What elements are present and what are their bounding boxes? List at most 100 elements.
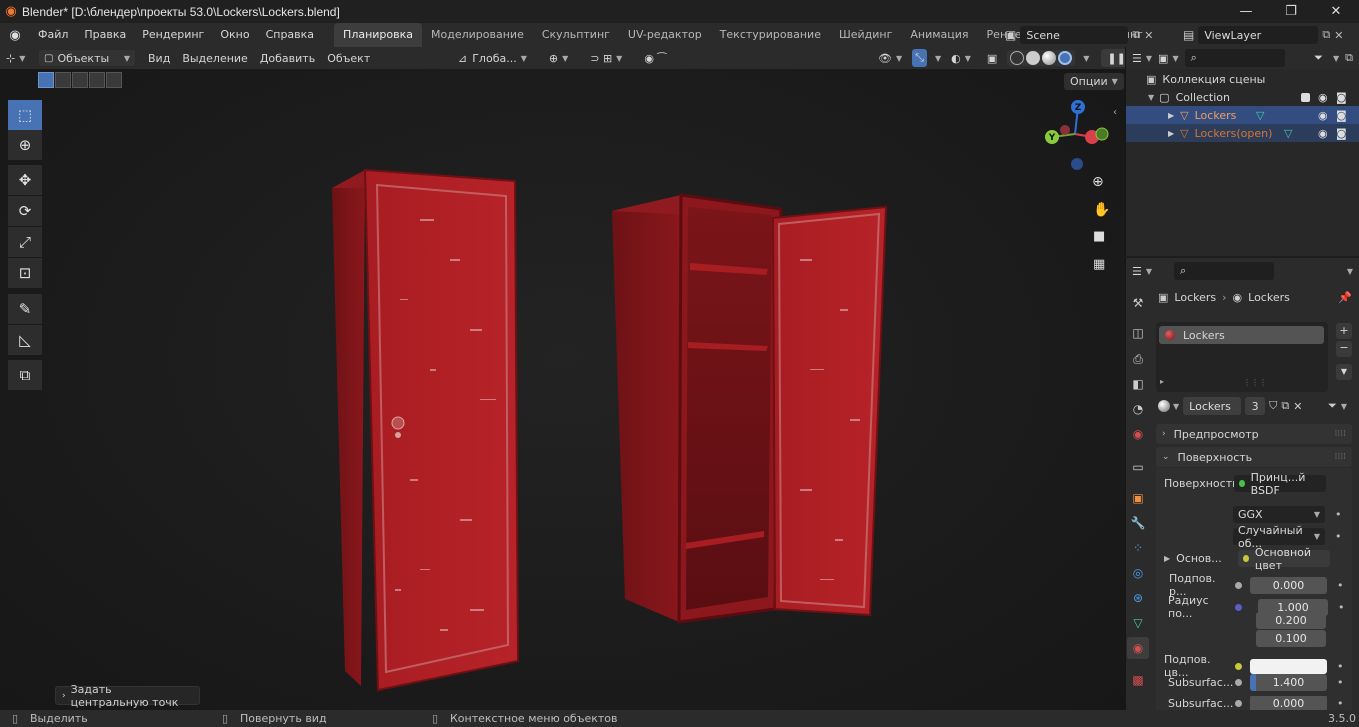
select-subtract-icon[interactable] [72, 72, 88, 88]
select-new-icon[interactable] [38, 72, 54, 88]
pivot-point-icon[interactable]: ⊕ ▼ [543, 49, 574, 67]
zoom-icon[interactable]: ⊕ [1092, 174, 1104, 190]
preview-panel-header[interactable]: › Предпросмотр ⁞⁞⁞⁞ [1156, 424, 1352, 444]
rendered-shading-icon[interactable] [1058, 51, 1073, 65]
surface-panel-header[interactable]: ⌄ Поверхность ⁞⁞⁞⁞ [1156, 447, 1352, 467]
pin-icon[interactable]: 📌 [1338, 291, 1352, 304]
expand-slot-icon[interactable]: ▸ [1160, 377, 1164, 386]
mesh-data-icon[interactable]: ▽ [1284, 127, 1292, 140]
expand-object-icon[interactable]: ▶ [1168, 129, 1174, 138]
subsurface-method-dropdown[interactable]: Случайный об... ▼ [1233, 524, 1325, 550]
collection-checkbox[interactable] [1301, 92, 1310, 102]
view-layer-icon[interactable]: ▤ [1183, 28, 1194, 42]
outliner-object-lockers-open[interactable]: ▶ ▽ Lockers(open) ▽ ◉ ◙ [1126, 124, 1359, 142]
menu-file[interactable]: Файл [30, 23, 76, 47]
mode-dropdown[interactable]: ▢ Объекты ▼ [38, 49, 136, 67]
keyframe-dot-icon[interactable]: • [1338, 601, 1345, 614]
subsurface-radius-z[interactable]: 0.100 [1256, 630, 1326, 647]
scene-field[interactable]: Scene [1020, 26, 1129, 44]
wireframe-shading-icon[interactable] [1010, 51, 1025, 65]
new-collection-icon[interactable]: ⧉ [1345, 51, 1353, 65]
maximize-button[interactable]: ❐ [1268, 0, 1314, 23]
overlay-icon[interactable]: ◐ ▼ [945, 49, 977, 67]
drag-handle-icon[interactable]: ⁞⁞⁞⁞ [1335, 429, 1346, 439]
distribution-dropdown[interactable]: GGX ▼ [1233, 506, 1325, 523]
tab-modeling[interactable]: Моделирование [422, 23, 533, 47]
filter-icon[interactable]: ⏷ [1314, 51, 1323, 65]
collection-visibility-eye-icon[interactable]: ◉ [1318, 91, 1328, 104]
menu-object[interactable]: Объект [321, 49, 376, 67]
mesh-data-icon[interactable]: ▽ [1256, 109, 1264, 122]
material-users-count[interactable]: 3 [1245, 397, 1266, 415]
outliner-collection[interactable]: ▼ ▢ Collection ◉ ◙ [1126, 88, 1359, 106]
remove-slot-button[interactable]: − [1336, 341, 1352, 357]
material-shading-icon[interactable] [1042, 51, 1057, 65]
new-scene-icon[interactable]: ⧉ [1132, 28, 1140, 42]
gizmo-dropdown-icon[interactable]: ▼ [935, 54, 941, 63]
material-name-field[interactable]: Lockers [1183, 397, 1242, 415]
proportional-edit-icon[interactable]: ◉ ⁀ [638, 49, 672, 67]
perspective-grid-icon[interactable]: ▦ [1093, 257, 1105, 272]
link-mode-icon[interactable]: ⏷ ▼ [1328, 399, 1347, 413]
add-slot-button[interactable]: + [1336, 323, 1352, 339]
material-slot-item[interactable]: Lockers [1159, 326, 1324, 344]
visibility-icon[interactable]: 👁 ▼ [872, 49, 908, 67]
expand-object-icon[interactable]: ▶ [1168, 111, 1174, 120]
properties-options-icon[interactable]: ▼ [1347, 267, 1353, 276]
tab-shading[interactable]: Шейдинг [830, 23, 901, 47]
new-view-layer-icon[interactable]: ⧉ [1322, 28, 1330, 42]
outliner-search-input[interactable]: ⌕ [1184, 49, 1285, 67]
solid-shading-icon[interactable] [1026, 51, 1041, 65]
texture-tab-icon[interactable]: ▩ [1127, 669, 1149, 691]
shading-dropdown-icon[interactable]: ▼ [1083, 54, 1089, 63]
display-mode-icon[interactable]: ▣ ▼ [1158, 49, 1179, 67]
keyframe-dot-icon[interactable]: • [1337, 676, 1344, 689]
menu-edit[interactable]: Правка [76, 23, 134, 47]
select-invert-icon[interactable] [89, 72, 105, 88]
menu-window[interactable]: Окно [212, 23, 257, 47]
outliner-object-lockers[interactable]: ▶ ▽ Lockers ▽ ◉ ◙ [1126, 106, 1359, 124]
menu-view[interactable]: Вид [142, 49, 176, 67]
particles-tab-icon[interactable]: ⁘ [1127, 537, 1149, 559]
subsurface-value[interactable]: 0.000 [1250, 576, 1327, 594]
keyframe-dot-icon[interactable]: • [1337, 660, 1344, 673]
tab-animation[interactable]: Анимация [901, 23, 977, 47]
minimize-button[interactable]: — [1223, 0, 1269, 23]
sidebar-toggle-icon[interactable]: ‹ [1113, 107, 1117, 118]
subsurface-radius-y[interactable]: 0.200 [1256, 612, 1326, 629]
object-visibility-eye-icon[interactable]: ◉ [1318, 109, 1328, 122]
outliner-editor-type-icon[interactable]: ☰ ▼ [1132, 49, 1152, 67]
fake-user-shield-icon[interactable]: ⛉ [1269, 399, 1277, 413]
delete-scene-icon[interactable]: ✕ [1144, 29, 1153, 42]
gizmo-toggle-icon[interactable]: ⤡ [912, 49, 927, 67]
tab-texture-paint[interactable]: Текстурирование [711, 23, 830, 47]
subsurface-color-swatch[interactable] [1250, 658, 1327, 674]
tool-tab-icon[interactable]: ⚒ [1127, 292, 1149, 314]
snap-icon[interactable]: ⊃ ⊞ ▼ [584, 49, 628, 67]
editor-type-icon[interactable]: ⊹ ▼ [0, 49, 38, 67]
duplicate-material-icon[interactable]: ⧉ [1281, 399, 1289, 413]
expand-collection-icon[interactable]: ▼ [1148, 93, 1154, 102]
object-render-camera-icon[interactable]: ◙ [1336, 109, 1347, 122]
resize-handle-icon[interactable]: ⋮⋮⋮ [1243, 378, 1267, 387]
menu-help[interactable]: Справка [258, 23, 322, 47]
keyframe-dot-icon[interactable]: • [1337, 579, 1344, 592]
object-render-camera-icon[interactable]: ◙ [1336, 127, 1347, 140]
3d-viewport[interactable]: ⬚ ⊕ ✥ ⟳ ⤢ ⊡ ✎ ◺ ⧉ Z Y ⊕ ✋ ■ ▦ ‹ › Задать… [0, 69, 1125, 710]
drag-handle-icon[interactable]: ⁞⁞⁞⁞ [1335, 452, 1346, 462]
properties-search-input[interactable]: ⌕ [1174, 262, 1275, 280]
delete-view-layer-icon[interactable]: ✕ [1334, 29, 1343, 42]
keyframe-dot-icon[interactable]: • [1335, 508, 1342, 521]
subsurface-anisotropy-value[interactable]: 0.000 [1250, 696, 1327, 710]
material-tab-icon[interactable]: ◉ [1127, 637, 1149, 659]
outliner-scene-collection[interactable]: ▣ Коллекция сцены [1126, 70, 1359, 88]
collection-render-camera-icon[interactable]: ◙ [1336, 91, 1347, 104]
surface-shader-field[interactable]: Принц...й BSDF [1234, 471, 1326, 497]
modifier-tab-icon[interactable]: 🔧 [1127, 512, 1149, 534]
view-layer-tab-icon[interactable]: ◧ [1127, 373, 1149, 395]
navigation-gizmo[interactable]: Z Y [1040, 99, 1115, 174]
close-button[interactable]: ✕ [1313, 0, 1359, 23]
constraints-tab-icon[interactable]: ⊛ [1127, 587, 1149, 609]
object-visibility-eye-icon[interactable]: ◉ [1318, 127, 1328, 140]
object-tab-icon[interactable]: ▣ [1127, 487, 1149, 509]
